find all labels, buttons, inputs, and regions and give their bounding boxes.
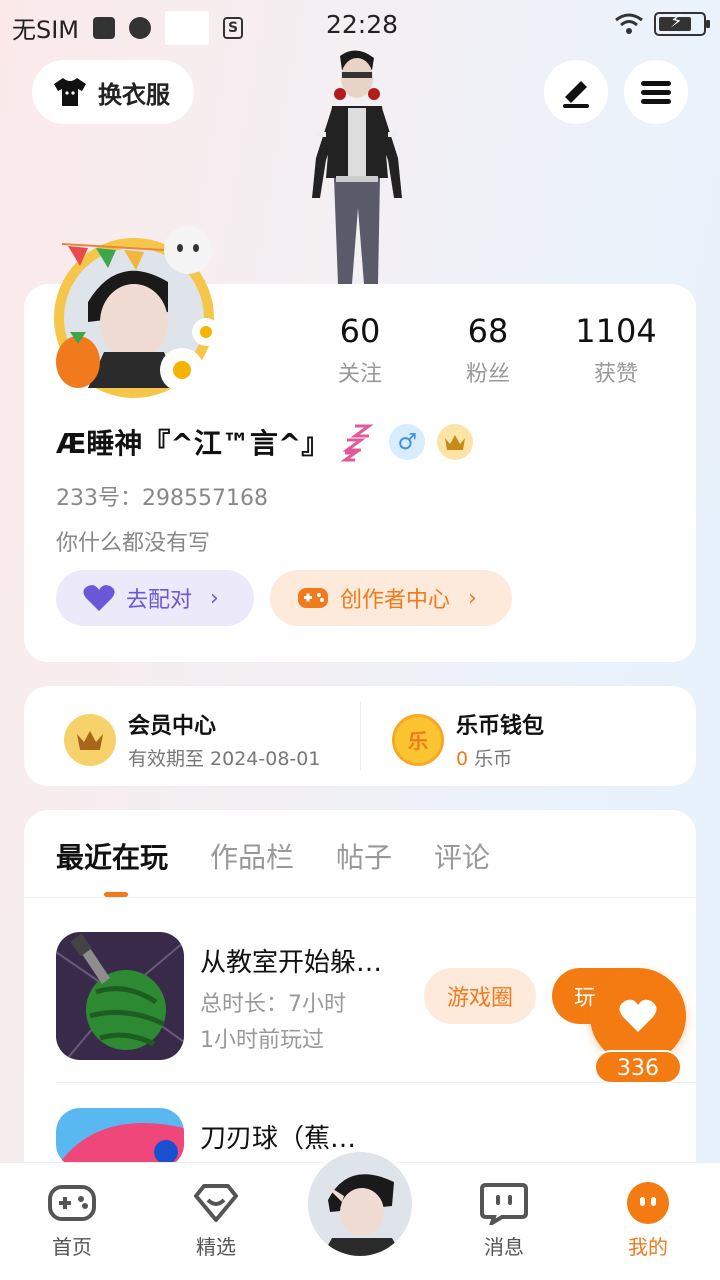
nav-home-label: 首页 [52,1235,92,1259]
likes-count: 1104 [575,312,657,350]
vip-center-title: 会员中心 [128,714,217,739]
following-label: 关注 [337,362,382,387]
divider [56,1082,696,1083]
content-tabs: 最近在玩 作品栏 帖子 评论 [56,836,490,876]
nav-mine-label: 我的 [628,1235,668,1259]
s-app-icon: S [223,16,244,39]
heart-match-icon [83,585,115,611]
male-gender-icon: ♂ [389,424,426,460]
vip-crown-icon [437,424,474,460]
nav-messages-label: 消息 [484,1235,524,1259]
avatar-character-figure[interactable] [298,48,416,284]
creator-center-button[interactable]: 创作者中心 › [270,570,512,626]
center-avatar-image [308,1152,412,1256]
followers-count: 68 [467,312,509,350]
notification-icon [93,16,116,39]
change-outfit-button[interactable]: 换衣服 [32,60,194,124]
following-count: 60 [339,312,381,350]
name-row: Æ睡神『^江™言^』 ♂ [56,422,474,462]
wallet-unit: 乐币 [474,748,513,770]
tab-posts[interactable]: 帖子 [336,836,392,876]
member-card: 会员中心 有效期至 2024-08-01 乐 乐币钱包 0 乐币 [24,686,696,786]
gamepad-icon [298,588,328,608]
user-name: Æ睡神『^江™言^』 [56,427,330,460]
edit-button[interactable] [544,60,608,124]
game-icon-blade-ball [56,1108,184,1168]
tshirt-icon [54,78,86,106]
tab-works[interactable]: 作品栏 [210,836,294,876]
following-stat[interactable]: 60 关注 [296,312,424,388]
profile-face-icon [623,1181,673,1225]
vip-expiry: 有效期至 2024-08-01 [128,748,321,770]
divider [360,702,361,770]
nav-center-avatar[interactable] [304,1148,416,1260]
followers-label: 粉丝 [465,362,510,387]
nav-featured[interactable]: 精选 [166,1181,266,1260]
likes-label: 获赞 [593,362,638,387]
hamburger-icon [641,77,671,108]
battery-icon: ⚡ [654,11,710,36]
book-icon [165,10,210,45]
planet-icon [129,16,152,39]
diamond-icon [191,1181,241,1225]
creator-center-label: 创作者中心 [340,588,451,613]
match-button[interactable]: 去配对 › [56,570,254,626]
wifi-icon [615,13,643,34]
wallet-entry[interactable]: 乐 乐币钱包 0 乐币 [392,708,544,771]
game-title: 刀刃球（蕉… [200,1124,357,1154]
sleep-zzz-icon [341,424,374,462]
nav-messages[interactable]: 消息 [454,1181,554,1260]
divider [24,897,696,898]
user-bio: 你什么都没有写 [56,531,211,556]
crown-icon [64,713,116,766]
profile-stats: 60 关注 68 粉丝 1104 获赞 [296,312,680,388]
gamepad-icon [47,1181,97,1225]
followers-stat[interactable]: 68 粉丝 [424,312,552,388]
pen-icon [563,81,589,108]
wallet-amount: 0 [456,748,469,770]
tab-comments[interactable]: 评论 [434,836,490,876]
nav-featured-label: 精选 [196,1235,236,1259]
user-id: 233号：298557168 [56,486,268,511]
vip-center-entry[interactable]: 会员中心 有效期至 2024-08-01 [64,708,320,771]
heart-icon [619,999,657,1032]
change-outfit-label: 换衣服 [98,80,170,109]
tab-recently-played[interactable]: 最近在玩 [56,836,168,876]
chat-bubble-icon [479,1181,529,1225]
profile-avatar[interactable] [48,222,226,400]
like-count-badge: 336 [594,1050,682,1084]
game-icon-watermelon [56,932,184,1060]
game-title: 从教室开始躲… [200,948,383,978]
match-label: 去配对 [126,588,193,613]
nav-home[interactable]: 首页 [22,1181,122,1260]
game-duration: 总时长：7小时 [200,992,346,1017]
game-circle-button[interactable]: 游戏圈 [424,968,536,1024]
clock: 22:28 [326,10,399,39]
likes-stat[interactable]: 1104 获赞 [552,312,680,388]
status-bar: 无SIM S 22:28 ⚡ [0,0,720,52]
chevron-right-icon: › [468,585,477,611]
chevron-right-icon: › [210,585,219,611]
coin-icon: 乐 [392,713,444,766]
menu-button[interactable] [624,60,688,124]
game-last-played: 1小时前玩过 [200,1028,324,1053]
carrier-text: 无SIM [12,16,80,44]
wallet-title: 乐币钱包 [456,714,545,739]
nav-mine[interactable]: 我的 [598,1181,698,1260]
